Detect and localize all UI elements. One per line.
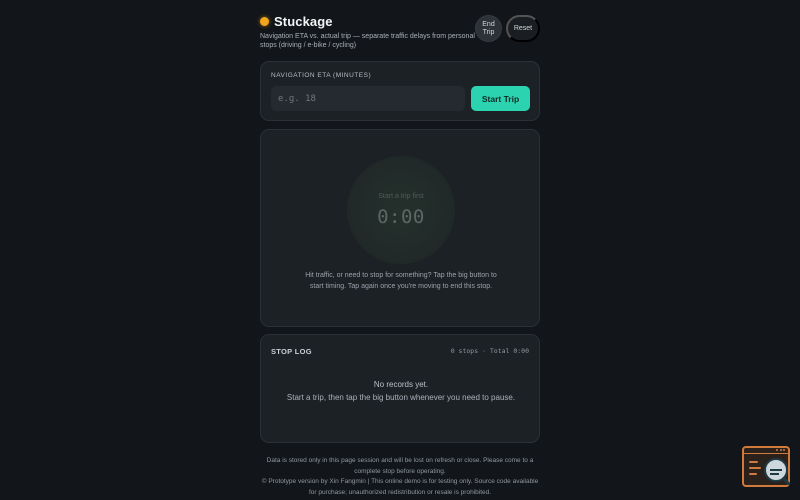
stop-log-summary: 0 stops · Total 0:00 [450,347,529,355]
stop-log-title: STOP LOG [271,347,312,356]
footer-storage-note: Data is stored only in this page session… [266,457,534,475]
big-stop-button[interactable]: Start a trip first 0:00 [347,156,455,264]
timer-help-text: Hit traffic, or need to stop for somethi… [305,272,497,290]
empty-state-text: Start a trip, then tap the big button wh… [286,393,516,402]
end-trip-button[interactable]: End Trip [475,15,502,42]
footer-copyright: © Prototype version by Xin Fangmin | Thi… [261,478,539,496]
timer-card: Start a trip first 0:00 Hit traffic, or … [260,129,540,327]
start-trip-button[interactable]: Start Trip [471,86,530,111]
footer: Data is stored only in this page session… [260,456,540,498]
timer-display: 0:00 [377,205,425,228]
log-viewer-icon[interactable] [742,446,791,487]
magnifier-handle-icon [782,477,791,486]
app-subtitle: Navigation ETA vs. actual trip — separat… [260,33,475,49]
reset-button[interactable]: Reset [506,15,540,42]
eta-label: NAVIGATION ETA (MINUTES) [271,72,372,79]
big-button-hint: Start a trip first [378,192,424,200]
widget-dots-icon [776,449,785,451]
empty-state-title: No records yet. [373,380,429,389]
eta-card: NAVIGATION ETA (MINUTES) Start Trip [260,61,540,121]
app-title: Stuckage [274,14,333,29]
status-dot-icon [260,17,269,26]
app-container: Stuckage Navigation ETA vs. actual trip … [260,14,540,496]
widget-titlebar [744,448,788,454]
header: Stuckage Navigation ETA vs. actual trip … [260,14,540,52]
widget-lines-icon [749,461,761,479]
stop-log-empty-state: No records yet. Start a trip, then tap t… [281,379,521,404]
stop-log-card: STOP LOG 0 stops · Total 0:00 No records… [260,334,540,443]
eta-input[interactable] [271,86,465,111]
